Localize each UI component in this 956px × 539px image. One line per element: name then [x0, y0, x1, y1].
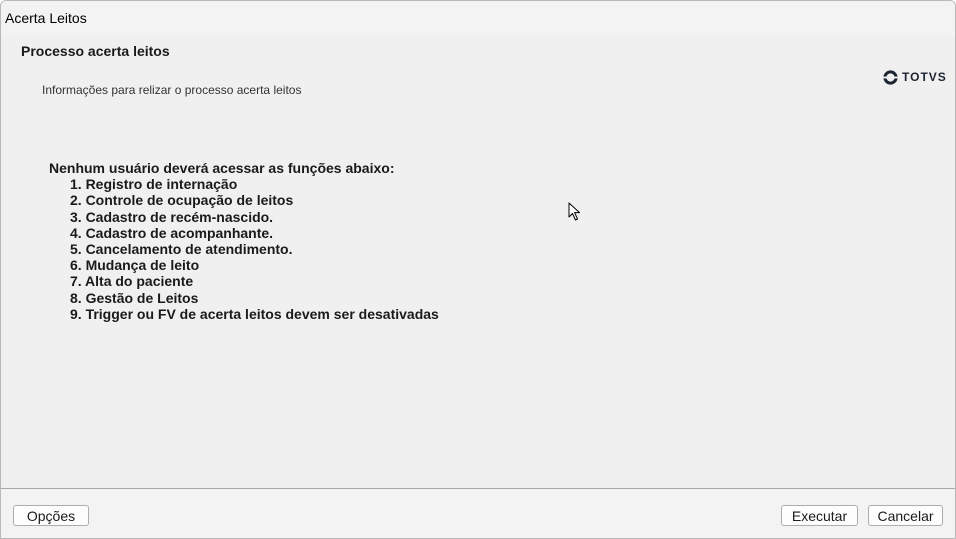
list-item: 6. Mudança de leito [70, 257, 200, 274]
dialog-window: Acerta Leitos Processo acerta leitos Inf… [0, 0, 956, 539]
dialog-content: Processo acerta leitos Informações para … [1, 36, 955, 488]
button-bar: Opções Executar Cancelar [1, 488, 955, 538]
list-item: 2. Controle de ocupação de leitos [70, 192, 294, 209]
options-button[interactable]: Opções [13, 505, 89, 526]
execute-button[interactable]: Executar [781, 505, 858, 526]
warning-list: 1. Registro de internação 2. Controle de… [49, 176, 439, 322]
process-subtitle: Informações para relizar o processo acer… [42, 83, 302, 97]
process-title: Processo acerta leitos [21, 43, 170, 59]
list-item: 7. Alta do paciente [70, 273, 194, 290]
list-item: 8. Gestão de Leitos [70, 289, 199, 306]
list-item: 4. Cadastro de acompanhante. [70, 224, 274, 241]
list-item: 1. Registro de internação [70, 176, 238, 193]
mouse-pointer-icon [568, 202, 580, 221]
logo-text: TOTVS [902, 70, 947, 84]
list-item: 9. Trigger ou FV de acerta leitos devem … [70, 305, 439, 322]
cancel-button[interactable]: Cancelar [868, 505, 943, 526]
list-item: 5. Cancelamento de atendimento. [70, 241, 293, 258]
title-bar[interactable]: Acerta Leitos [1, 1, 955, 36]
warning-block: Nenhum usuário deverá acessar as funções… [49, 160, 439, 322]
list-item: 3. Cadastro de recém-nascido. [70, 208, 274, 225]
totvs-logo-icon [883, 69, 898, 85]
window-title: Acerta Leitos [5, 10, 87, 26]
totvs-logo: TOTVS [883, 68, 947, 86]
warning-heading: Nenhum usuário deverá acessar as funções… [49, 160, 395, 176]
